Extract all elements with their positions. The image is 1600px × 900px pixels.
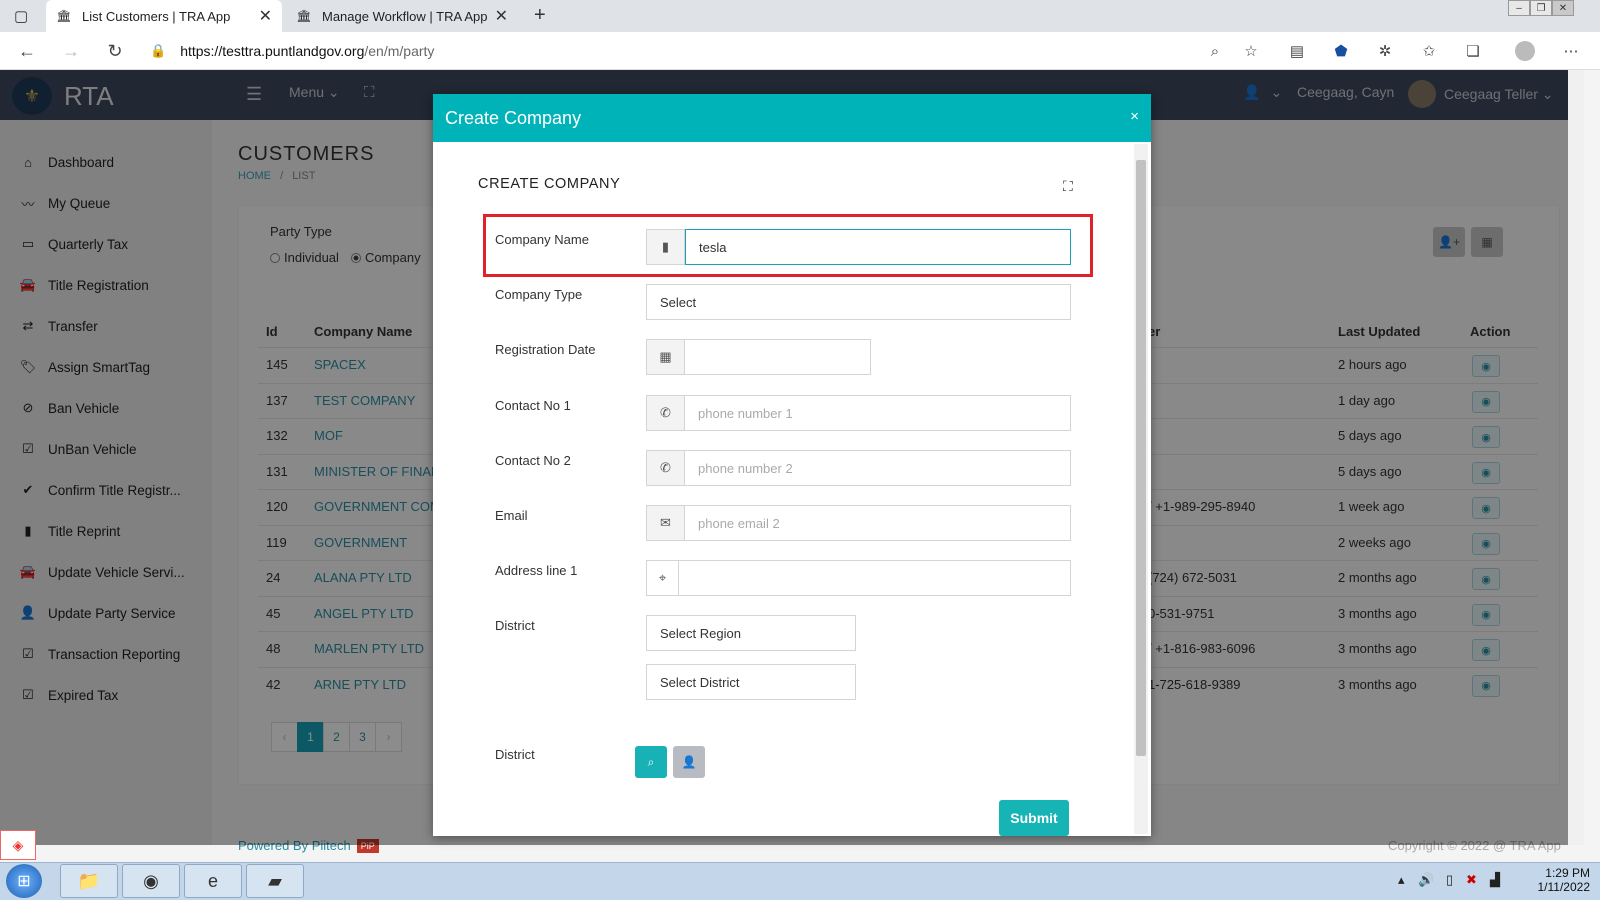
app-task-icon[interactable]: ▰ — [246, 864, 304, 898]
refresh-icon[interactable]: ↻ — [104, 40, 126, 62]
map-pin-icon: ⌖ — [647, 561, 679, 595]
favorites-icon[interactable]: ✩ — [1418, 40, 1440, 62]
contact2-input[interactable]: phone number 2 — [685, 451, 1070, 485]
edge-task-icon[interactable]: e — [184, 864, 242, 898]
explorer-task-icon[interactable]: 📁 — [60, 864, 118, 898]
modal-header: Create Company — [433, 94, 1151, 142]
tab-list-customers[interactable]: 🏛 List Customers | TRA App ✕ — [46, 0, 282, 32]
address-bar[interactable]: 🔒 https://testtra.puntlandgov.org/en/m/p… — [150, 37, 1260, 65]
signal-icon[interactable]: ▟ — [1490, 872, 1500, 888]
district-label: District — [495, 618, 535, 633]
tra-favicon-icon: 🏛 — [296, 9, 312, 23]
start-button[interactable]: ⊞ — [6, 864, 42, 898]
minimize-button[interactable]: – — [1508, 0, 1530, 16]
contact1-label: Contact No 1 — [495, 398, 571, 413]
clock-date: 1/11/2022 — [1537, 880, 1591, 894]
expand-icon[interactable]: ⛶ — [1063, 178, 1073, 195]
calendar-icon[interactable]: ▦ — [647, 340, 685, 374]
contact1-input[interactable]: phone number 1 — [685, 396, 1070, 430]
phone-icon: ✆ — [647, 451, 685, 485]
email-input[interactable]: phone email 2 — [685, 506, 1070, 540]
reading-list-icon[interactable]: ▤ — [1286, 40, 1308, 62]
close-tab-icon[interactable]: ✕ — [259, 6, 272, 26]
chrome-task-icon[interactable]: ◉ — [122, 864, 180, 898]
contact1-group: ✆ phone number 1 — [646, 395, 1071, 431]
email-label: Email — [495, 508, 528, 523]
company-type-label: Company Type — [495, 287, 583, 302]
search-icon: ⌕ — [647, 754, 655, 769]
tab-title: Manage Workflow | TRA App — [322, 8, 488, 24]
taskbar-clock[interactable]: 1:29 PM 1/11/2022 — [1520, 866, 1591, 894]
lock-icon: 🔒 — [150, 43, 167, 58]
contact2-group: ✆ phone number 2 — [646, 450, 1071, 486]
envelope-icon: ✉ — [647, 506, 685, 540]
address-label: Address line 1 — [495, 563, 578, 578]
phone-icon: ✆ — [647, 396, 685, 430]
back-arrow-icon[interactable]: ← — [16, 40, 38, 62]
tray-up-icon[interactable]: ▴ — [1398, 872, 1405, 888]
company-name-input[interactable]: tesla — [685, 229, 1071, 265]
region-select[interactable]: Select Region — [646, 615, 856, 651]
tab-manage-workflow[interactable]: 🏛 Manage Workflow | TRA App ✕ — [286, 0, 518, 32]
modal-scroll-thumb[interactable] — [1136, 160, 1146, 756]
extensions-icon[interactable]: ✲ — [1374, 40, 1396, 62]
favorite-add-icon[interactable]: ☆ — [1240, 40, 1262, 62]
company-name-group: ▮ tesla — [646, 229, 1071, 265]
district2-label: District — [495, 747, 535, 762]
collections-icon[interactable]: ❏ — [1462, 40, 1484, 62]
battery-icon[interactable]: ▯ — [1446, 872, 1453, 888]
tab-actions-icon[interactable]: ▢ — [14, 7, 28, 25]
form-title: CREATE COMPANY — [478, 176, 621, 192]
new-tab-button[interactable]: + — [534, 4, 546, 27]
address-group: ⌖ — [646, 560, 1071, 596]
close-window-button[interactable]: ✕ — [1552, 0, 1574, 16]
page-scrollbar[interactable] — [1568, 70, 1584, 845]
clock-time: 1:29 PM — [1545, 866, 1590, 880]
debugbar-icon[interactable]: ◈ — [0, 830, 36, 860]
add-person-button[interactable]: 👤 — [673, 746, 705, 778]
registration-date-group: ▦ — [646, 339, 871, 375]
restore-button[interactable]: ❐ — [1530, 0, 1552, 16]
volume-icon[interactable]: 🔊 — [1418, 872, 1434, 888]
close-tab-icon[interactable]: ✕ — [495, 6, 508, 26]
create-company-modal: Create Company × CREATE COMPANY ⛶ Compan… — [433, 94, 1151, 836]
registration-date-label: Registration Date — [495, 342, 596, 357]
close-icon[interactable]: × — [1130, 108, 1139, 125]
address-input[interactable] — [679, 561, 1070, 595]
email-group: ✉ phone email 2 — [646, 505, 1071, 541]
zoom-icon[interactable]: ⌕ — [1204, 40, 1226, 62]
extension-shield-icon[interactable]: ⬟ — [1330, 40, 1352, 62]
submit-button[interactable]: Submit — [999, 800, 1069, 836]
url-path: /en/m/party — [364, 43, 435, 59]
more-menu-icon[interactable]: ⋯ — [1560, 40, 1582, 62]
company-type-select[interactable]: Select — [646, 284, 1071, 320]
url-host: https://testtra.puntlandgov.org — [180, 43, 365, 59]
tab-title: List Customers | TRA App — [82, 8, 231, 24]
network-warning-icon[interactable]: ✖ — [1466, 872, 1477, 888]
registration-date-input[interactable] — [685, 340, 870, 374]
building-icon: ▮ — [647, 230, 685, 264]
add-user-icon: 👤 — [681, 755, 697, 769]
forward-arrow-icon[interactable]: → — [60, 40, 82, 62]
modal-header-title: Create Company — [445, 107, 582, 128]
company-name-label: Company Name — [495, 232, 589, 247]
profile-icon[interactable] — [1514, 40, 1536, 62]
tra-favicon-icon: 🏛 — [56, 9, 72, 23]
search-button[interactable]: ⌕ — [635, 746, 667, 778]
district-select[interactable]: Select District — [646, 664, 856, 700]
contact2-label: Contact No 2 — [495, 453, 571, 468]
